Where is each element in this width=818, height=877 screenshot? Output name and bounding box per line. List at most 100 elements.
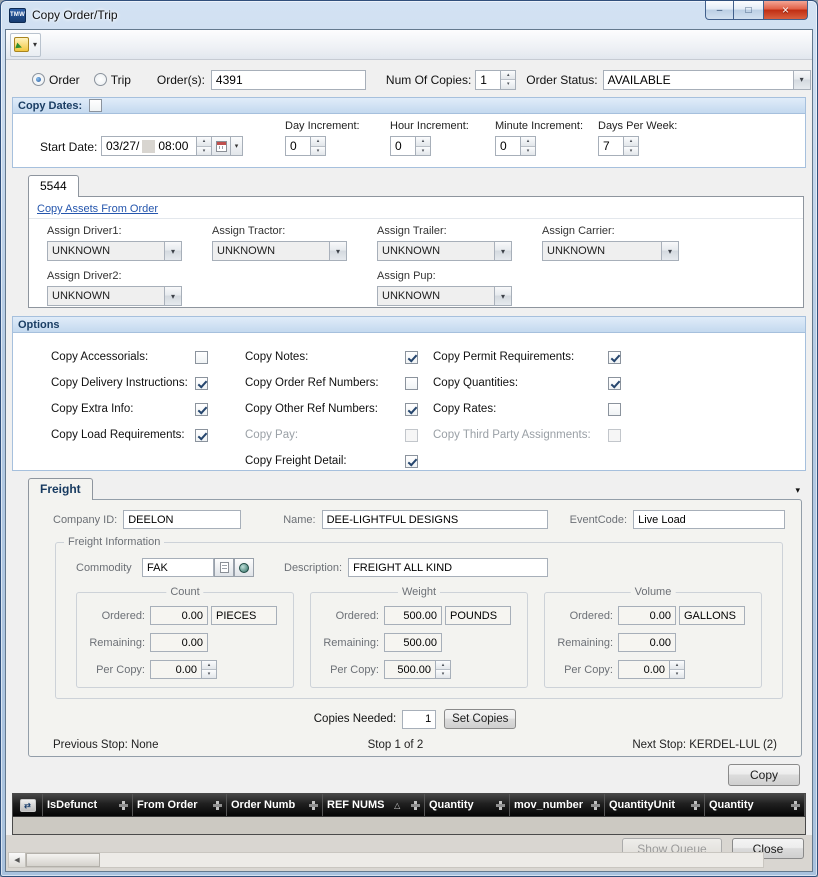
count-remaining-field[interactable]: 0.00 <box>150 633 208 652</box>
checkbox[interactable] <box>608 403 621 416</box>
chevron-down-icon[interactable]: ▾ <box>494 242 511 260</box>
days-per-week-value[interactable]: 7 <box>598 136 624 156</box>
volume-per-copy-field[interactable]: 0.00 <box>618 660 670 679</box>
spin-down-icon[interactable]: ▾ <box>624 147 638 156</box>
chevron-down-icon[interactable]: ▾ <box>661 242 678 260</box>
field-chooser-icon[interactable]: ⇄ <box>20 799 36 812</box>
sort-ascending-icon[interactable]: △ <box>394 801 400 810</box>
hour-increment-value[interactable]: 0 <box>390 136 416 156</box>
weight-ordered-field[interactable]: 500.00 <box>384 606 442 625</box>
checkbox[interactable] <box>195 351 208 364</box>
spin-down-icon[interactable]: ▾ <box>501 80 515 89</box>
day-increment-value[interactable]: 0 <box>285 136 311 156</box>
spin-up-icon[interactable]: ▴ <box>311 137 325 147</box>
spin-up-icon[interactable]: ▴ <box>521 137 535 147</box>
count-per-copy-field[interactable]: 0.00 <box>150 660 202 679</box>
close-window-button[interactable]: × <box>763 1 808 20</box>
assign-trailer-combo[interactable]: UNKNOWN ▾ <box>377 241 512 261</box>
company-id-field[interactable]: DEELON <box>123 510 241 529</box>
spin-up-icon[interactable]: ▴ <box>624 137 638 147</box>
option-copy-permit-requirements[interactable]: Copy Permit Requirements: <box>433 344 621 370</box>
option-copy-delivery-instructions[interactable]: Copy Delivery Instructions: <box>51 370 208 396</box>
pin-icon[interactable] <box>411 801 420 810</box>
weight-unit-field[interactable]: POUNDS <box>445 606 511 625</box>
start-date-value[interactable]: 03/27/ 08:00 <box>101 136 197 156</box>
spin-down-icon[interactable]: ▾ <box>521 147 535 156</box>
assign-driver1-value[interactable]: UNKNOWN <box>48 242 164 260</box>
spin-down-icon[interactable]: ▾ <box>670 670 684 678</box>
checkbox[interactable] <box>195 429 208 442</box>
option-copy-notes[interactable]: Copy Notes: <box>245 344 418 370</box>
option-copy-load-requirements[interactable]: Copy Load Requirements: <box>51 422 208 448</box>
spin-up-icon[interactable]: ▴ <box>197 137 211 147</box>
copy-assets-link[interactable]: Copy Assets From Order <box>37 203 158 215</box>
assign-driver1-combo[interactable]: UNKNOWN ▾ <box>47 241 182 261</box>
checkbox[interactable] <box>608 351 621 364</box>
weight-per-copy-spinner[interactable]: ▴▾ <box>436 660 451 679</box>
order-status-combo[interactable]: AVAILABLE ▾ <box>603 70 811 90</box>
assign-carrier-value[interactable]: UNKNOWN <box>543 242 661 260</box>
assign-carrier-combo[interactable]: UNKNOWN ▾ <box>542 241 679 261</box>
tab-5544[interactable]: 5544 <box>28 175 79 197</box>
start-date-picker[interactable]: 03/27/ 08:00 ▴ ▾ ▾ <box>101 136 243 156</box>
count-ordered-field[interactable]: 0.00 <box>150 606 208 625</box>
checkbox[interactable] <box>405 377 418 390</box>
grid-column-quantityunit[interactable]: QuantityUnit <box>605 794 705 816</box>
minimize-button[interactable]: – <box>705 1 734 20</box>
copies-needed-field[interactable]: 1 <box>402 710 436 729</box>
day-increment-stepper[interactable]: 0 ▴▾ <box>285 136 326 156</box>
scrollbar-thumb[interactable] <box>26 853 100 867</box>
scroll-left-button[interactable]: ◀ <box>9 853 26 867</box>
days-per-week-stepper[interactable]: 7 ▴▾ <box>598 136 639 156</box>
commodity-field[interactable]: FAK <box>142 558 214 577</box>
pin-icon[interactable] <box>791 801 800 810</box>
num-copies-stepper[interactable]: 1 ▴ ▾ <box>475 70 516 90</box>
option-copy-other-ref-numbers[interactable]: Copy Other Ref Numbers: <box>245 396 418 422</box>
chevron-down-icon[interactable]: ▾ <box>793 71 810 89</box>
order-radio[interactable]: Order <box>32 73 80 87</box>
spin-up-icon[interactable]: ▴ <box>501 71 515 81</box>
trip-radio-circle[interactable] <box>94 73 107 86</box>
weight-remaining-field[interactable]: 500.00 <box>384 633 442 652</box>
option-copy-rates[interactable]: Copy Rates: <box>433 396 621 422</box>
set-copies-button[interactable]: Set Copies <box>444 709 516 729</box>
grid-column-isdefunct[interactable]: IsDefunct <box>43 794 133 816</box>
spin-down-icon[interactable]: ▾ <box>436 670 450 678</box>
maximize-button[interactable]: □ <box>734 1 763 20</box>
chevron-down-icon[interactable]: ▾ <box>33 40 37 49</box>
grid-field-chooser[interactable]: ⇄ <box>13 794 43 816</box>
assign-pup-value[interactable]: UNKNOWN <box>378 287 494 305</box>
days-per-week-spinner[interactable]: ▴▾ <box>624 136 639 156</box>
horizontal-scrollbar[interactable]: ◀ <box>8 852 764 868</box>
calendar-button[interactable] <box>212 136 231 156</box>
num-copies-spinner[interactable]: ▴ ▾ <box>501 70 516 90</box>
chevron-down-icon[interactable]: ▾ <box>231 136 243 156</box>
spin-down-icon[interactable]: ▾ <box>311 147 325 156</box>
assign-driver2-value[interactable]: UNKNOWN <box>48 287 164 305</box>
count-unit-field[interactable]: PIECES <box>211 606 277 625</box>
commodity-detail-button[interactable] <box>214 558 234 577</box>
name-field[interactable]: DEE-LIGHTFUL DESIGNS <box>322 510 548 529</box>
tab-list-dropdown-icon[interactable]: ▾ <box>793 485 802 499</box>
grid-column-mov-number[interactable]: mov_number <box>510 794 605 816</box>
count-per-copy-spinner[interactable]: ▴▾ <box>202 660 217 679</box>
checkbox[interactable] <box>405 351 418 364</box>
copy-tool-button[interactable]: ▾ <box>10 33 41 57</box>
spin-up-icon[interactable]: ▴ <box>202 661 216 670</box>
hour-increment-stepper[interactable]: 0 ▴▾ <box>390 136 431 156</box>
weight-per-copy-field[interactable]: 500.00 <box>384 660 436 679</box>
chevron-down-icon[interactable]: ▾ <box>164 242 181 260</box>
volume-remaining-field[interactable]: 0.00 <box>618 633 676 652</box>
pin-icon[interactable] <box>691 801 700 810</box>
grid-column-quantity[interactable]: Quantity <box>425 794 510 816</box>
spin-down-icon[interactable]: ▾ <box>202 670 216 678</box>
order-status-value[interactable]: AVAILABLE <box>604 71 793 89</box>
chevron-down-icon[interactable]: ▾ <box>494 287 511 305</box>
pin-icon[interactable] <box>496 801 505 810</box>
copy-button[interactable]: Copy <box>728 764 800 786</box>
spin-up-icon[interactable]: ▴ <box>436 661 450 670</box>
trip-radio[interactable]: Trip <box>94 73 131 87</box>
description-field[interactable]: FREIGHT ALL KIND <box>348 558 548 577</box>
num-copies-value[interactable]: 1 <box>475 70 501 90</box>
assign-driver2-combo[interactable]: UNKNOWN ▾ <box>47 286 182 306</box>
